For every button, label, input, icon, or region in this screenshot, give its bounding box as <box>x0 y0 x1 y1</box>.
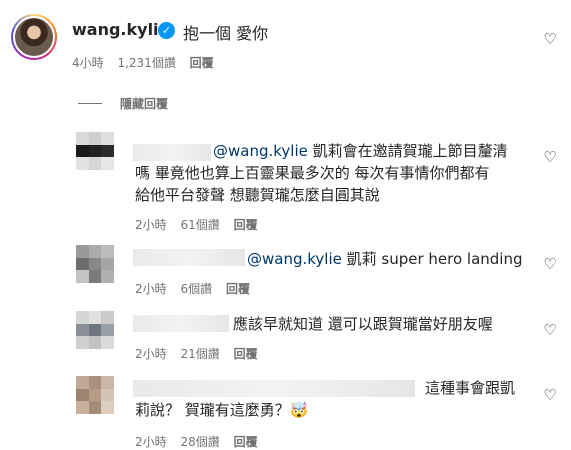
reply-button[interactable]: 回覆 <box>234 218 258 232</box>
reply-time: 2小時 <box>135 218 167 232</box>
avatar[interactable] <box>11 14 57 60</box>
reply-button[interactable]: 回覆 <box>226 282 250 296</box>
reply-text: 這種事會跟凱 莉說？ 賀瓏有這麼勇？🤯 <box>135 379 516 419</box>
mention-link[interactable]: @wang.kylie <box>213 142 308 160</box>
avatar[interactable] <box>76 311 114 349</box>
reply-time: 2小時 <box>135 347 167 361</box>
reply-likes[interactable]: 21個讚 <box>180 347 219 361</box>
avatar[interactable] <box>76 245 114 283</box>
heart-outline-icon[interactable]: ♡ <box>542 148 558 166</box>
reply-text: @wang.kylie 凱莉 super hero landing <box>247 250 523 268</box>
comment-meta: 4小時 1,231個讚 回覆 <box>72 54 224 71</box>
blurred-username[interactable] <box>133 315 229 332</box>
heart-outline-icon[interactable]: ♡ <box>542 321 558 339</box>
reply-meta: 2小時 61個讚 回覆 <box>135 216 268 233</box>
reply-likes[interactable]: 6個讚 <box>180 282 212 296</box>
hide-replies-toggle[interactable]: 隱藏回覆 <box>78 95 168 112</box>
reply-text: @wang.kylie 凱莉會在邀請賀瓏上節目釐清 嗎 畢竟他也算上百靈果最多次… <box>135 142 508 204</box>
avatar[interactable] <box>76 376 114 414</box>
reply-likes[interactable]: 28個讚 <box>180 435 219 449</box>
hide-replies-label[interactable]: 隱藏回覆 <box>120 95 168 112</box>
mention-link[interactable]: @wang.kylie <box>247 250 342 268</box>
reply-button[interactable]: 回覆 <box>190 56 214 70</box>
divider <box>78 103 102 104</box>
reply-meta: 2小時 28個讚 回覆 <box>135 433 268 450</box>
reply-time: 2小時 <box>135 282 167 296</box>
comment-likes[interactable]: 1,231個讚 <box>117 56 175 70</box>
reply-meta: 2小時 21個讚 回覆 <box>135 345 268 362</box>
comment-text: 抱一個 愛你 <box>183 24 269 43</box>
comment-time: 4小時 <box>72 56 104 70</box>
reply-time: 2小時 <box>135 435 167 449</box>
verified-badge-icon: ✓ <box>158 22 175 39</box>
reply-meta: 2小時 6個讚 回覆 <box>135 280 260 297</box>
reply-button[interactable]: 回覆 <box>234 347 258 361</box>
reply-text: 應該早就知道 還可以跟賀瓏當好朋友喔 <box>233 315 493 333</box>
heart-outline-icon[interactable]: ♡ <box>542 386 558 404</box>
main-comment: wang.kylie ✓ 抱一個 愛你 4小時 1,231個讚 回覆 ♡ <box>0 0 571 80</box>
reply-likes[interactable]: 61個讚 <box>180 218 219 232</box>
exploding-head-emoji: 🤯 <box>289 401 309 419</box>
reply-button[interactable]: 回覆 <box>234 435 258 449</box>
comment-username[interactable]: wang.kylie <box>72 20 169 39</box>
avatar[interactable] <box>76 132 114 170</box>
heart-outline-icon[interactable]: ♡ <box>542 30 558 48</box>
heart-outline-icon[interactable]: ♡ <box>542 255 558 273</box>
